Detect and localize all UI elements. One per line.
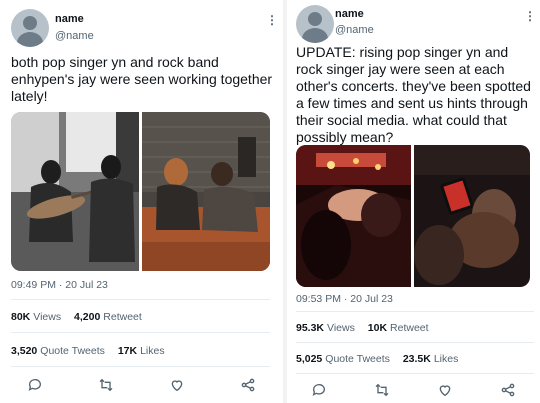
retweet-icon[interactable]	[374, 382, 390, 398]
media-photo[interactable]	[142, 112, 270, 271]
divider	[11, 299, 270, 300]
divider	[11, 366, 270, 367]
like-icon[interactable]	[169, 377, 185, 393]
more-icon[interactable]: ⋮	[524, 10, 536, 22]
retweet-icon[interactable]	[98, 377, 114, 393]
media-photo[interactable]	[296, 145, 411, 287]
retweet-stat[interactable]: 4,200 Retweet	[74, 311, 142, 323]
handle[interactable]: @name	[335, 24, 374, 36]
reply-icon[interactable]	[311, 382, 327, 398]
handle[interactable]: @name	[55, 30, 94, 42]
share-icon[interactable]	[240, 377, 256, 393]
media-photo[interactable]	[11, 112, 139, 271]
tweet-media[interactable]	[11, 112, 270, 271]
tweet-text: UPDATE: rising pop singer yn and rock si…	[296, 44, 531, 145]
tweet-text: both pop singer yn and rock band enhypen…	[11, 54, 273, 104]
more-icon[interactable]: ⋮	[266, 14, 278, 26]
views-stat[interactable]: 95.3K Views	[296, 322, 355, 334]
likes-stat[interactable]: 23.5K Likes	[403, 353, 459, 365]
stats-row-quotes-likes: 5,025 Quote Tweets 23.5K Likes	[296, 353, 468, 365]
stats-row-views-retweets: 80K Views 4,200 Retweet	[11, 311, 152, 323]
avatar[interactable]	[296, 5, 334, 43]
divider	[296, 373, 534, 374]
tweet-media[interactable]	[296, 145, 530, 287]
divider	[296, 342, 534, 343]
action-bar	[287, 381, 540, 399]
action-bar	[0, 376, 283, 394]
tweet-right[interactable]: name @name ⋮ UPDATE: rising pop singer y…	[287, 0, 540, 403]
stats-row-views-retweets: 95.3K Views 10K Retweet	[296, 322, 439, 334]
display-name[interactable]: name	[55, 13, 84, 25]
avatar[interactable]	[11, 9, 49, 47]
timestamp[interactable]: 09:53 PM · 20 Jul 23	[296, 293, 393, 305]
retweet-stat[interactable]: 10K Retweet	[368, 322, 429, 334]
quote-tweets-stat[interactable]: 3,520 Quote Tweets	[11, 345, 105, 357]
share-icon[interactable]	[500, 382, 516, 398]
divider	[11, 332, 270, 333]
like-icon[interactable]	[437, 382, 453, 398]
timestamp[interactable]: 09:49 PM · 20 Jul 23	[11, 279, 108, 291]
media-photo[interactable]	[414, 145, 530, 287]
views-stat[interactable]: 80K Views	[11, 311, 61, 323]
stats-row-quotes-likes: 3,520 Quote Tweets 17K Likes	[11, 345, 175, 357]
tweet-left[interactable]: name @name ⋮ both pop singer yn and rock…	[0, 0, 283, 403]
quote-tweets-stat[interactable]: 5,025 Quote Tweets	[296, 353, 390, 365]
display-name[interactable]: name	[335, 8, 364, 20]
likes-stat[interactable]: 17K Likes	[118, 345, 165, 357]
divider	[296, 311, 534, 312]
reply-icon[interactable]	[27, 377, 43, 393]
